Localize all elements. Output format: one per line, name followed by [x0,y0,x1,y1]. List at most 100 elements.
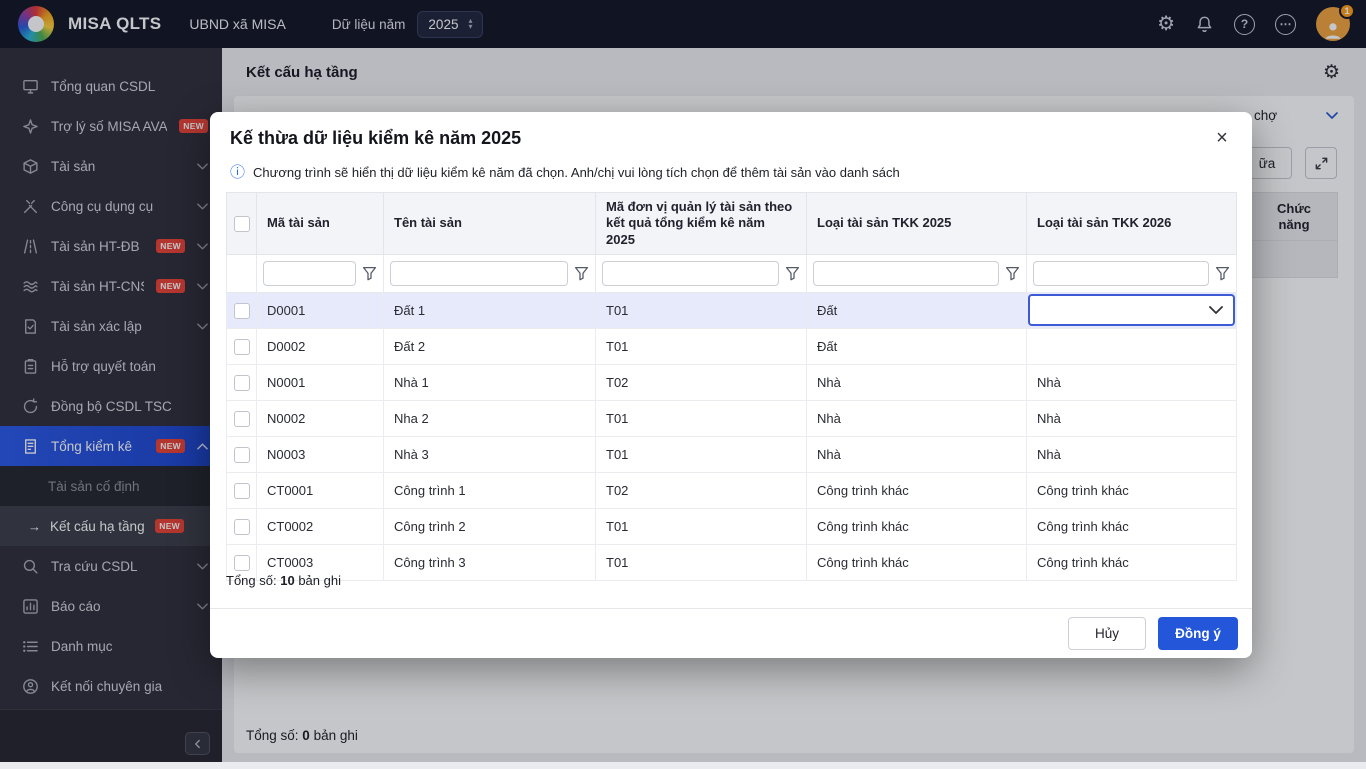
filter-input-unit_code[interactable] [602,261,779,286]
cell-code: N0003 [257,436,384,472]
table-row-N0003: N0003Nhà 3T01NhàNhà [227,436,1237,472]
filter-cell-empty [227,254,257,292]
cell-name: Công trình 3 [384,544,596,580]
filter-cell-name [384,254,596,292]
row-select-cell [227,364,257,400]
table-row-N0001: N0001Nhà 1T02NhàNhà [227,364,1237,400]
row-checkbox[interactable] [234,339,250,355]
inherit-inventory-modal: Kế thừa dữ liệu kiểm kê năm 2025 × ⓘ Chư… [210,112,1252,658]
cell-unit_code: T01 [596,508,807,544]
cell-name: Công trình 1 [384,472,596,508]
cell-code: D0002 [257,328,384,364]
row-checkbox[interactable] [234,303,250,319]
row-select-cell [227,436,257,472]
cell-type_2026 [1027,292,1237,328]
cell-type_2026[interactable]: Công trình khác [1027,472,1237,508]
table-row-CT0002: CT0002Công trình 2T01Công trình khácCông… [227,508,1237,544]
table-row-N0002: N0002Nha 2T01NhàNhà [227,400,1237,436]
table-filter-row [227,254,1237,292]
cell-code: N0001 [257,364,384,400]
cell-code: N0002 [257,400,384,436]
cell-type_2025: Đất [807,292,1027,328]
close-icon[interactable]: × [1208,124,1236,152]
modal-title: Kế thừa dữ liệu kiểm kê năm 2025 [230,128,521,149]
modal-table-wrapper: Mã tài sảnTên tài sảnMã đơn vị quản lý t… [226,192,1236,581]
table-row-D0002: D0002Đất 2T01Đất [227,328,1237,364]
filter-input-type_2026[interactable] [1033,261,1209,286]
filter-funnel-icon[interactable] [1215,266,1230,281]
modal-record-count: Tổng số: 10 bản ghi [226,573,341,588]
row-select-cell [227,400,257,436]
table-row-CT0001: CT0001Công trình 1T02Công trình khácCông… [227,472,1237,508]
cell-type_2026[interactable]: Nhà [1027,400,1237,436]
row-checkbox[interactable] [234,483,250,499]
cell-type_2026[interactable]: Nhà [1027,436,1237,472]
chevron-down-icon [1209,306,1223,314]
filter-cell-code [257,254,384,292]
cell-name: Nhà 3 [384,436,596,472]
type-2026-dropdown[interactable] [1028,294,1235,326]
table-row-CT0003: CT0003Công trình 3T01Công trình khácCông… [227,544,1237,580]
modal-footer: Hủy Đồng ý [210,608,1252,658]
filter-input-type_2025[interactable] [813,261,999,286]
row-select-cell [227,328,257,364]
cell-unit_code: T02 [596,364,807,400]
row-checkbox[interactable] [234,519,250,535]
column-header-type_2025[interactable]: Loại tài sản TKK 2025 [807,193,1027,255]
select-all-header-cell [227,193,257,255]
filter-funnel-icon[interactable] [574,266,589,281]
cell-type_2025: Công trình khác [807,544,1027,580]
cell-code: CT0001 [257,472,384,508]
filter-funnel-icon[interactable] [785,266,800,281]
cell-type_2025: Nhà [807,436,1027,472]
info-icon: ⓘ [230,165,245,180]
cell-type_2025: Công trình khác [807,472,1027,508]
row-select-cell [227,508,257,544]
row-checkbox[interactable] [234,447,250,463]
cell-unit_code: T01 [596,328,807,364]
filter-funnel-icon[interactable] [1005,266,1020,281]
cell-type_2026[interactable]: Công trình khác [1027,544,1237,580]
cell-unit_code: T02 [596,472,807,508]
cancel-button[interactable]: Hủy [1068,617,1146,650]
cell-type_2025: Công trình khác [807,508,1027,544]
table-row-D0001: D0001Đất 1T01Đất [227,292,1237,328]
filter-funnel-icon[interactable] [362,266,377,281]
filter-input-code[interactable] [263,261,356,286]
cell-code: CT0002 [257,508,384,544]
inventory-table: Mã tài sảnTên tài sảnMã đơn vị quản lý t… [226,192,1237,581]
cell-name: Nha 2 [384,400,596,436]
cell-unit_code: T01 [596,544,807,580]
cell-type_2025: Đất [807,328,1027,364]
cell-type_2025: Nhà [807,364,1027,400]
modal-info-text: Chương trình sẽ hiển thị dữ liệu kiểm kê… [253,165,900,180]
cell-name: Nhà 1 [384,364,596,400]
cell-name: Công trình 2 [384,508,596,544]
cell-type_2026[interactable]: Nhà [1027,364,1237,400]
modal-record-count-unit: bản ghi [298,573,341,588]
row-checkbox[interactable] [234,555,250,571]
row-select-cell [227,292,257,328]
cell-unit_code: T01 [596,436,807,472]
filter-input-name[interactable] [390,261,568,286]
column-header-name[interactable]: Tên tài sản [384,193,596,255]
cell-name: Đất 2 [384,328,596,364]
cell-name: Đất 1 [384,292,596,328]
filter-cell-type_2026 [1027,254,1237,292]
column-header-unit_code[interactable]: Mã đơn vị quản lý tài sản theo kết quả t… [596,193,807,255]
cell-type_2026[interactable] [1027,328,1237,364]
row-checkbox[interactable] [234,375,250,391]
row-checkbox[interactable] [234,411,250,427]
cell-type_2026[interactable]: Công trình khác [1027,508,1237,544]
modal-record-count-label: Tổng số: [226,573,277,588]
cell-unit_code: T01 [596,400,807,436]
filter-cell-unit_code [596,254,807,292]
table-header-row: Mã tài sảnTên tài sảnMã đơn vị quản lý t… [227,193,1237,255]
horizontal-scrollbar[interactable] [0,762,1366,769]
column-header-code[interactable]: Mã tài sản [257,193,384,255]
modal-info: ⓘ Chương trình sẽ hiển thị dữ liệu kiểm … [230,165,900,180]
select-all-checkbox[interactable] [234,216,250,232]
ok-button[interactable]: Đồng ý [1158,617,1238,650]
column-header-type_2026[interactable]: Loại tài sản TKK 2026 [1027,193,1237,255]
modal-record-count-value: 10 [280,573,294,588]
